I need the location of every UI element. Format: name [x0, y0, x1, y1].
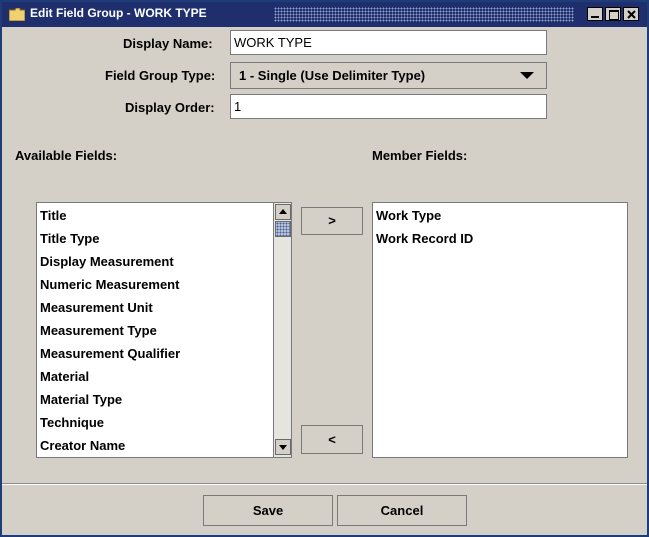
display-name-label: Display Name: — [123, 36, 213, 51]
display-order-field[interactable]: 1 — [230, 94, 547, 119]
list-item[interactable]: Measurement Type — [37, 319, 291, 342]
list-item[interactable]: Technique — [37, 411, 291, 434]
arrow-down-icon — [279, 445, 287, 450]
member-fields-label: Member Fields: — [372, 148, 468, 163]
folder-icon — [9, 8, 25, 21]
member-fields-list[interactable]: Work Type Work Record ID — [372, 202, 628, 458]
list-item[interactable]: Numeric Measurement — [37, 273, 291, 296]
list-item[interactable]: Title Type — [37, 227, 291, 250]
list-item[interactable]: Creator Name — [37, 434, 291, 457]
list-item[interactable]: Display Measurement — [37, 250, 291, 273]
maximize-icon — [609, 10, 619, 20]
list-item[interactable]: Material Type — [37, 388, 291, 411]
display-name-field[interactable]: WORK TYPE — [230, 30, 547, 55]
display-order-label: Display Order: — [125, 100, 215, 115]
close-button[interactable] — [623, 7, 639, 21]
list-item[interactable]: Title — [37, 204, 291, 227]
remove-member-button[interactable]: < — [301, 425, 363, 454]
add-member-button[interactable]: > — [301, 207, 363, 235]
scroll-thumb[interactable] — [275, 221, 291, 237]
title-bar-pattern — [274, 7, 574, 22]
scroll-down-button[interactable] — [275, 439, 291, 455]
list-item[interactable]: Work Type — [373, 204, 627, 227]
edit-field-group-window: Edit Field Group - WORK TYPE Display Nam… — [0, 0, 649, 537]
footer-separator — [2, 483, 647, 485]
cancel-button[interactable]: Cancel — [337, 495, 467, 526]
available-fields-label: Available Fields: — [15, 148, 118, 163]
field-group-type-label: Field Group Type: — [105, 68, 216, 83]
field-group-type-value: 1 - Single (Use Delimiter Type) — [239, 68, 426, 83]
scroll-up-button[interactable] — [275, 204, 291, 220]
list-item[interactable]: Material — [37, 365, 291, 388]
list-item[interactable]: Measurement Unit — [37, 296, 291, 319]
list-item[interactable]: Measurement Qualifier — [37, 342, 291, 365]
save-button[interactable]: Save — [203, 495, 333, 526]
arrow-up-icon — [279, 209, 287, 214]
chevron-down-icon — [520, 72, 534, 79]
field-group-type-dropdown[interactable]: 1 - Single (Use Delimiter Type) — [230, 62, 547, 89]
title-bar[interactable]: Edit Field Group - WORK TYPE — [2, 2, 647, 27]
minimize-button[interactable] — [587, 7, 603, 21]
minimize-icon — [591, 16, 599, 18]
list-item[interactable]: Work Record ID — [373, 227, 627, 250]
maximize-button[interactable] — [605, 7, 621, 21]
close-icon — [627, 10, 636, 19]
window-title: Edit Field Group - WORK TYPE — [30, 6, 207, 20]
available-fields-list[interactable]: Title Title Type Display Measurement Numeri… — [36, 202, 292, 458]
available-fields-scrollbar[interactable] — [273, 203, 291, 457]
